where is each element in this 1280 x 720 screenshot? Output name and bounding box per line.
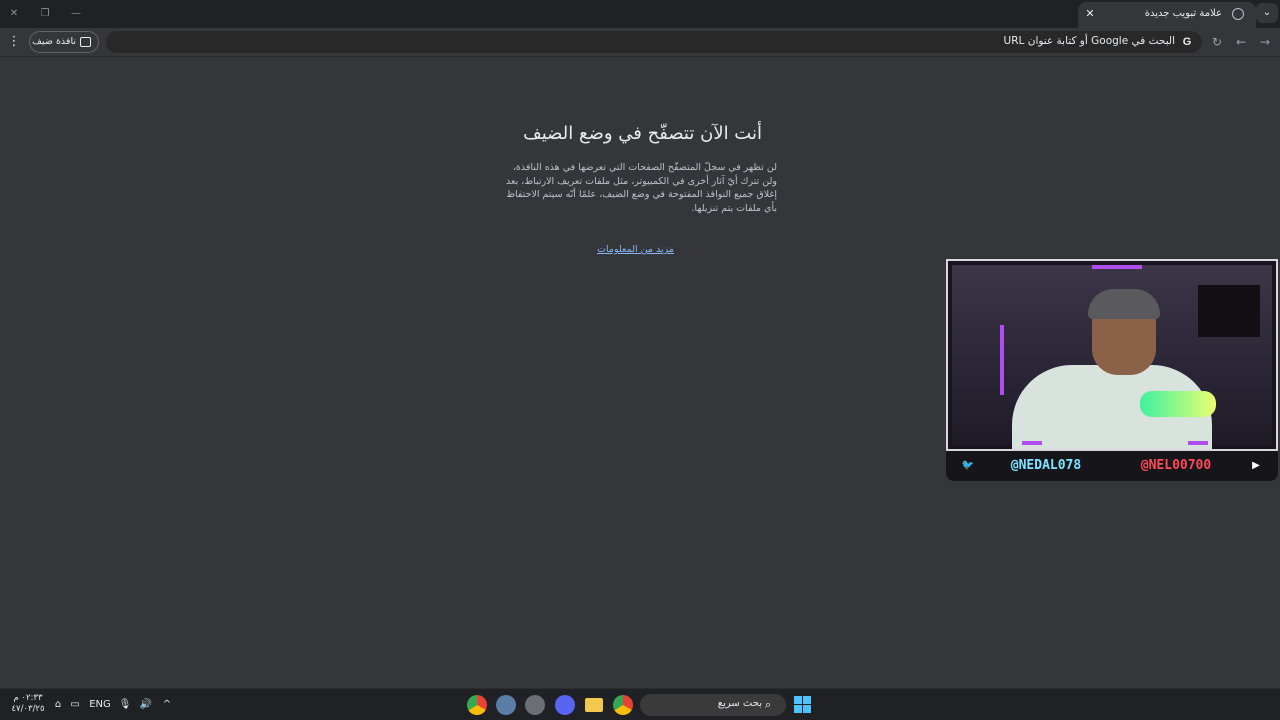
search-icon: ⌕ xyxy=(765,698,772,711)
learn-more-link[interactable]: مزيد من المعلومات xyxy=(560,244,674,255)
chrome-icon[interactable] xyxy=(613,695,633,715)
close-window-button[interactable]: ✕ xyxy=(6,6,22,22)
address-bar-placeholder: البحث في Google أو كتابة عنوان URL xyxy=(1003,35,1175,47)
twitter-icon: 🐦 xyxy=(961,460,975,471)
network-icon[interactable]: ⌂ xyxy=(50,696,66,714)
file-explorer-icon[interactable] xyxy=(585,698,603,712)
twitter-handle: @NEDAL078 xyxy=(1010,458,1082,473)
globe-icon xyxy=(1232,8,1244,20)
youtube-icon: ▶ xyxy=(1252,460,1260,471)
taskbar-clock[interactable]: ٠٢:٣٣ م ٤٧/٠٣/٢٥ xyxy=(10,693,46,715)
chevron-up-icon[interactable]: ^ xyxy=(160,696,174,714)
neon-light xyxy=(1092,265,1142,269)
neon-light xyxy=(1022,441,1042,445)
app-icon[interactable] xyxy=(496,695,516,715)
tab-search-button[interactable]: ⌄ xyxy=(1256,3,1278,23)
taskbar-search-label: بحث سريع xyxy=(717,698,762,709)
taskbar-search[interactable]: بحث سريع ⌕ xyxy=(640,694,786,716)
maximize-window-button[interactable]: ❐ xyxy=(37,6,53,22)
webcam-video xyxy=(952,265,1272,449)
tab-title: علامة تبويب جديدة xyxy=(1144,8,1222,19)
neon-light xyxy=(1000,325,1004,395)
taskbar: ٠٢:٣٣ م ٤٧/٠٣/٢٥ ⌂ ▭ 🔊 🎙 ENG ^ بحث سريع … xyxy=(0,688,1280,720)
clock-date: ٤٧/٠٣/٢٥ xyxy=(11,704,45,714)
page-description: لن تظهر في سجلّ المتصفّح الصفحات التي تع… xyxy=(506,162,777,214)
webcam-social-bar: 🐦 @NEDAL078 @NEL00700 ▶ xyxy=(946,451,1278,481)
tab-new-tab[interactable]: ✕ علامة تبويب جديدة xyxy=(1078,2,1256,28)
minimize-window-button[interactable]: — xyxy=(68,6,84,22)
app-icon[interactable] xyxy=(525,695,545,715)
back-button[interactable]: ← xyxy=(1233,34,1249,50)
webcam-frame xyxy=(946,259,1278,451)
neon-light xyxy=(1188,441,1208,445)
discord-icon[interactable] xyxy=(555,695,575,715)
display-icon[interactable]: ▭ xyxy=(68,696,82,714)
google-icon: G xyxy=(1182,36,1192,48)
address-bar[interactable]: البحث في Google أو كتابة عنوان URL G xyxy=(106,31,1202,53)
microphone-icon[interactable]: 🎙 xyxy=(117,696,133,714)
language-indicator[interactable]: ENG xyxy=(88,696,112,714)
guest-icon xyxy=(80,37,91,47)
forward-button[interactable]: → xyxy=(1257,34,1273,50)
tab-strip: ✕ ❐ — + ✕ علامة تبويب جديدة ⌄ xyxy=(0,0,1280,28)
reload-button[interactable]: ↻ xyxy=(1209,34,1225,50)
microphone xyxy=(1140,391,1216,417)
guest-profile-label: نافذة ضيف xyxy=(32,36,76,47)
menu-icon[interactable]: ⋮ xyxy=(7,34,21,50)
youtube-handle: @NEL00700 xyxy=(1140,458,1212,473)
chrome-icon[interactable] xyxy=(467,695,487,715)
windows-start-icon[interactable] xyxy=(794,696,811,713)
browser-toolbar: ⋮ نافذة ضيف البحث في Google أو كتابة عنو… xyxy=(0,28,1280,57)
wall-flag xyxy=(1198,285,1260,337)
tab-close-button[interactable]: ✕ xyxy=(1082,6,1098,22)
streamer-cap xyxy=(1088,289,1160,319)
volume-icon[interactable]: 🔊 xyxy=(138,696,154,714)
guest-profile-button[interactable]: نافذة ضيف xyxy=(29,31,99,53)
page-title: أنت الآن تتصفّح في وضع الضيف xyxy=(523,123,762,144)
clock-time: ٠٢:٣٣ م xyxy=(13,693,43,703)
webcam-overlay: 🐦 @NEDAL078 @NEL00700 ▶ xyxy=(946,259,1278,485)
